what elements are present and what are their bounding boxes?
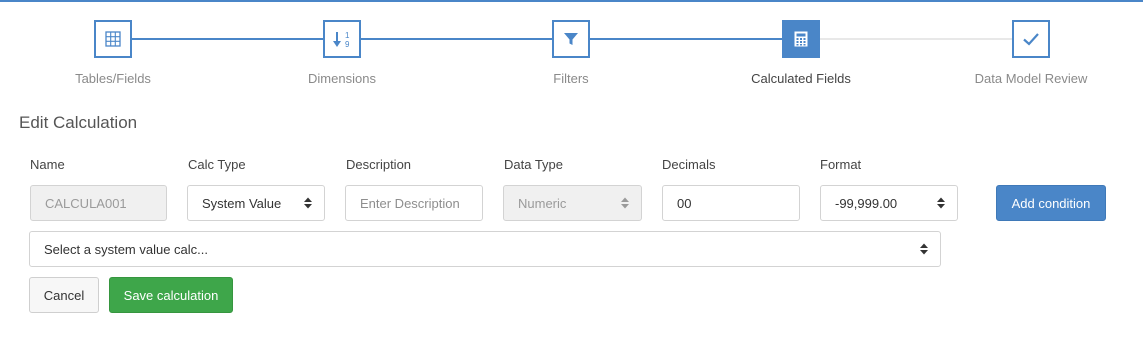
sort-numeric-icon: 1 9 — [333, 31, 350, 49]
decimals-input[interactable]: 00 — [662, 185, 800, 221]
description-input[interactable]: Enter Description — [345, 185, 483, 221]
step-tables-fields[interactable]: Tables/Fields — [33, 20, 193, 86]
wizard-stepper: Tables/Fields 1 9 Dimensions Filters Cal… — [0, 0, 1143, 100]
select-arrows-icon — [937, 197, 945, 209]
calc-type-select-value: System Value — [202, 195, 282, 211]
calc-type-label: Calc Type — [188, 157, 246, 172]
step-label-filters: Filters — [553, 71, 589, 86]
decimals-label: Decimals — [662, 157, 716, 172]
format-label: Format — [820, 157, 862, 172]
select-arrows-icon — [621, 197, 629, 209]
svg-text:9: 9 — [345, 40, 350, 49]
step-box-dimensions[interactable]: 1 9 — [323, 20, 361, 58]
calculator-icon — [794, 31, 808, 47]
step-box-calculated-fields[interactable] — [782, 20, 820, 58]
data-type-label: Data Type — [504, 157, 564, 172]
step-box-tables-fields[interactable] — [94, 20, 132, 58]
format-select[interactable]: -99,999.00 — [820, 185, 958, 221]
step-filters[interactable]: Filters — [491, 20, 651, 86]
system-value-select[interactable]: Select a system value calc... — [29, 231, 941, 267]
format-select-value: -99,999.00 — [835, 195, 898, 211]
step-box-filters[interactable] — [552, 20, 590, 58]
step-data-model-review[interactable]: Data Model Review — [951, 20, 1111, 86]
select-arrows-icon — [920, 243, 928, 255]
name-label: Name — [30, 157, 65, 172]
step-dimensions[interactable]: 1 9 Dimensions — [262, 20, 422, 86]
filter-icon — [564, 33, 578, 45]
save-calculation-button[interactable]: Save calculation — [109, 277, 233, 313]
step-label-data-model-review: Data Model Review — [974, 71, 1088, 86]
select-arrows-icon — [304, 197, 312, 209]
table-grid-icon — [105, 31, 121, 47]
description-label: Description — [346, 157, 412, 172]
step-label-tables-fields: Tables/Fields — [75, 71, 151, 86]
step-box-data-model-review[interactable] — [1012, 20, 1050, 58]
description-input-placeholder: Enter Description — [360, 195, 460, 211]
system-value-select-value: Select a system value calc... — [44, 241, 209, 257]
name-input-value: CALCULA001 — [45, 195, 127, 211]
add-condition-button[interactable]: Add condition — [996, 185, 1106, 221]
page-title: Edit Calculation — [19, 113, 138, 132]
name-input[interactable]: CALCULA001 — [30, 185, 167, 221]
cancel-button[interactable]: Cancel — [29, 277, 99, 313]
step-label-dimensions: Dimensions — [308, 71, 376, 86]
data-type-select-value: Numeric — [518, 195, 567, 211]
decimals-input-value: 00 — [677, 195, 692, 211]
step-calculated-fields[interactable]: Calculated Fields — [721, 20, 881, 86]
calc-type-select[interactable]: System Value — [187, 185, 325, 221]
checkmark-icon — [1023, 33, 1039, 46]
svg-text:1: 1 — [345, 31, 350, 40]
data-type-select[interactable]: Numeric — [503, 185, 642, 221]
step-label-calculated-fields: Calculated Fields — [751, 71, 851, 86]
